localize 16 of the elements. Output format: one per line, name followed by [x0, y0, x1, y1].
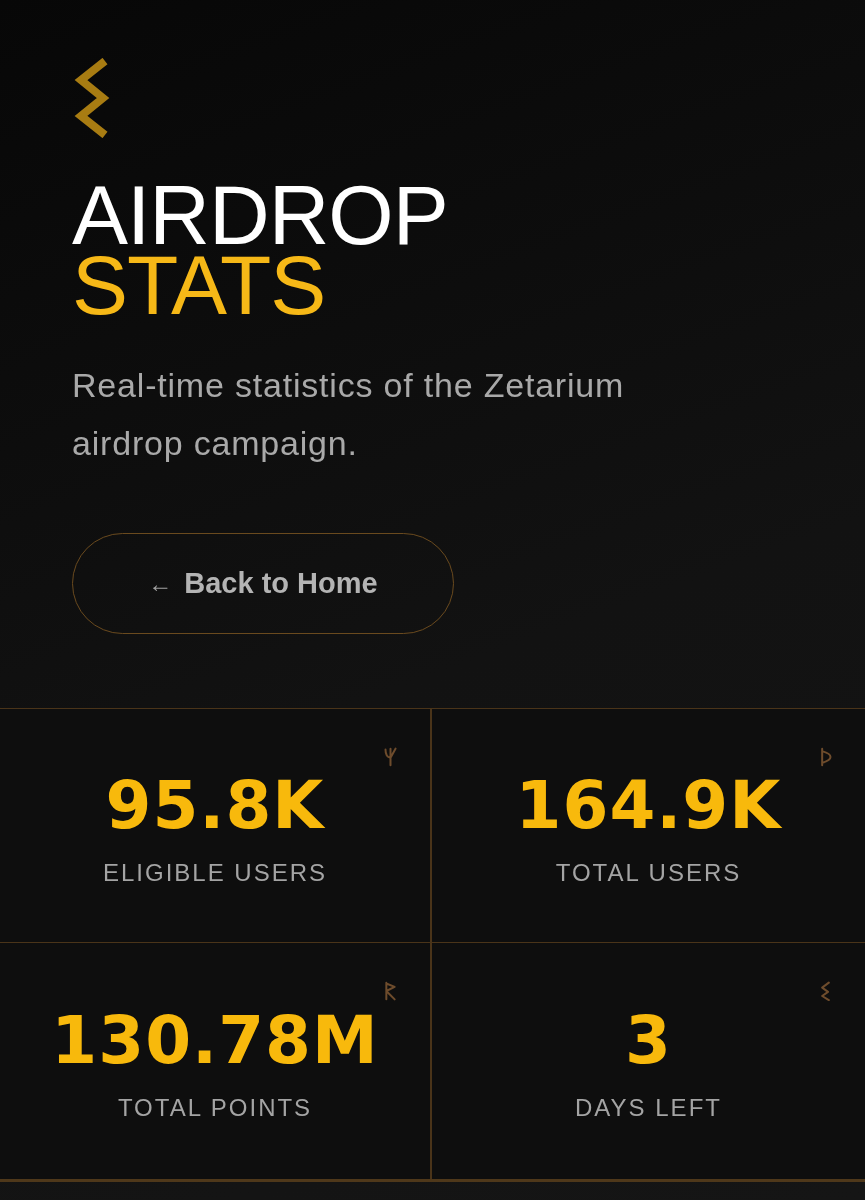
page-description: Real-time statistics of the Zetarium airdrop campaign. [72, 365, 626, 464]
stat-value: 130.78M [51, 1006, 379, 1076]
d-rune-icon [818, 747, 833, 767]
r-rune-icon [383, 981, 398, 1001]
stat-label: TOTAL POINTS [117, 1094, 313, 1122]
stat-value: 3 [625, 1006, 672, 1076]
stat-label: ELIGIBLE USERS [102, 858, 328, 887]
stat-label: DAYS LEFT [575, 1094, 722, 1122]
zigzag-logo-icon [74, 58, 110, 138]
zigzag-rune-icon [818, 981, 833, 1001]
page-title: AIRDROP [72, 180, 448, 250]
page-title-accent: STATS [72, 250, 326, 320]
stat-value: 164.9K [515, 770, 782, 841]
stat-label: TOTAL USERS [555, 858, 742, 887]
stat-value: 95.8K [105, 770, 325, 841]
fork-rune-icon [383, 747, 398, 767]
